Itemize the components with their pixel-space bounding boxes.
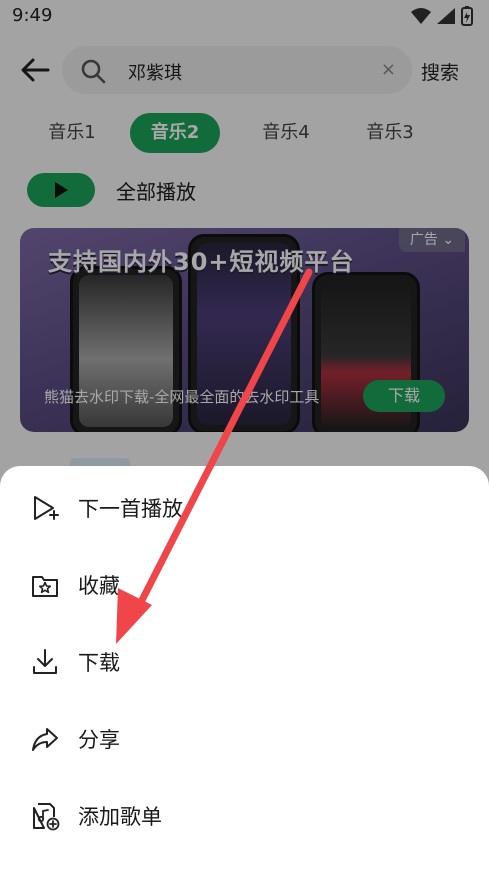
menu-item-share[interactable]: 分享 <box>0 707 489 771</box>
play-next-icon <box>34 496 59 520</box>
download-icon <box>33 649 57 674</box>
share-icon <box>32 728 58 751</box>
favorite-folder-icon <box>32 576 58 597</box>
menu-label-add-to-playlist: 添加歌单 <box>78 805 162 829</box>
menu-item-favorite[interactable]: 收藏 <box>0 553 489 617</box>
menu-item-download[interactable]: 下载 <box>0 630 489 694</box>
add-to-playlist-icon <box>33 803 60 831</box>
song-action-sheet: 下一首播放 收藏 下载 分享 添加歌单 <box>0 466 489 869</box>
menu-item-play-next[interactable]: 下一首播放 <box>0 476 489 540</box>
menu-label-share: 分享 <box>78 728 120 752</box>
menu-label-play-next: 下一首播放 <box>78 497 183 521</box>
menu-label-favorite: 收藏 <box>78 574 120 598</box>
menu-label-download: 下载 <box>78 651 120 675</box>
menu-item-add-to-playlist[interactable]: 添加歌单 <box>0 784 489 848</box>
